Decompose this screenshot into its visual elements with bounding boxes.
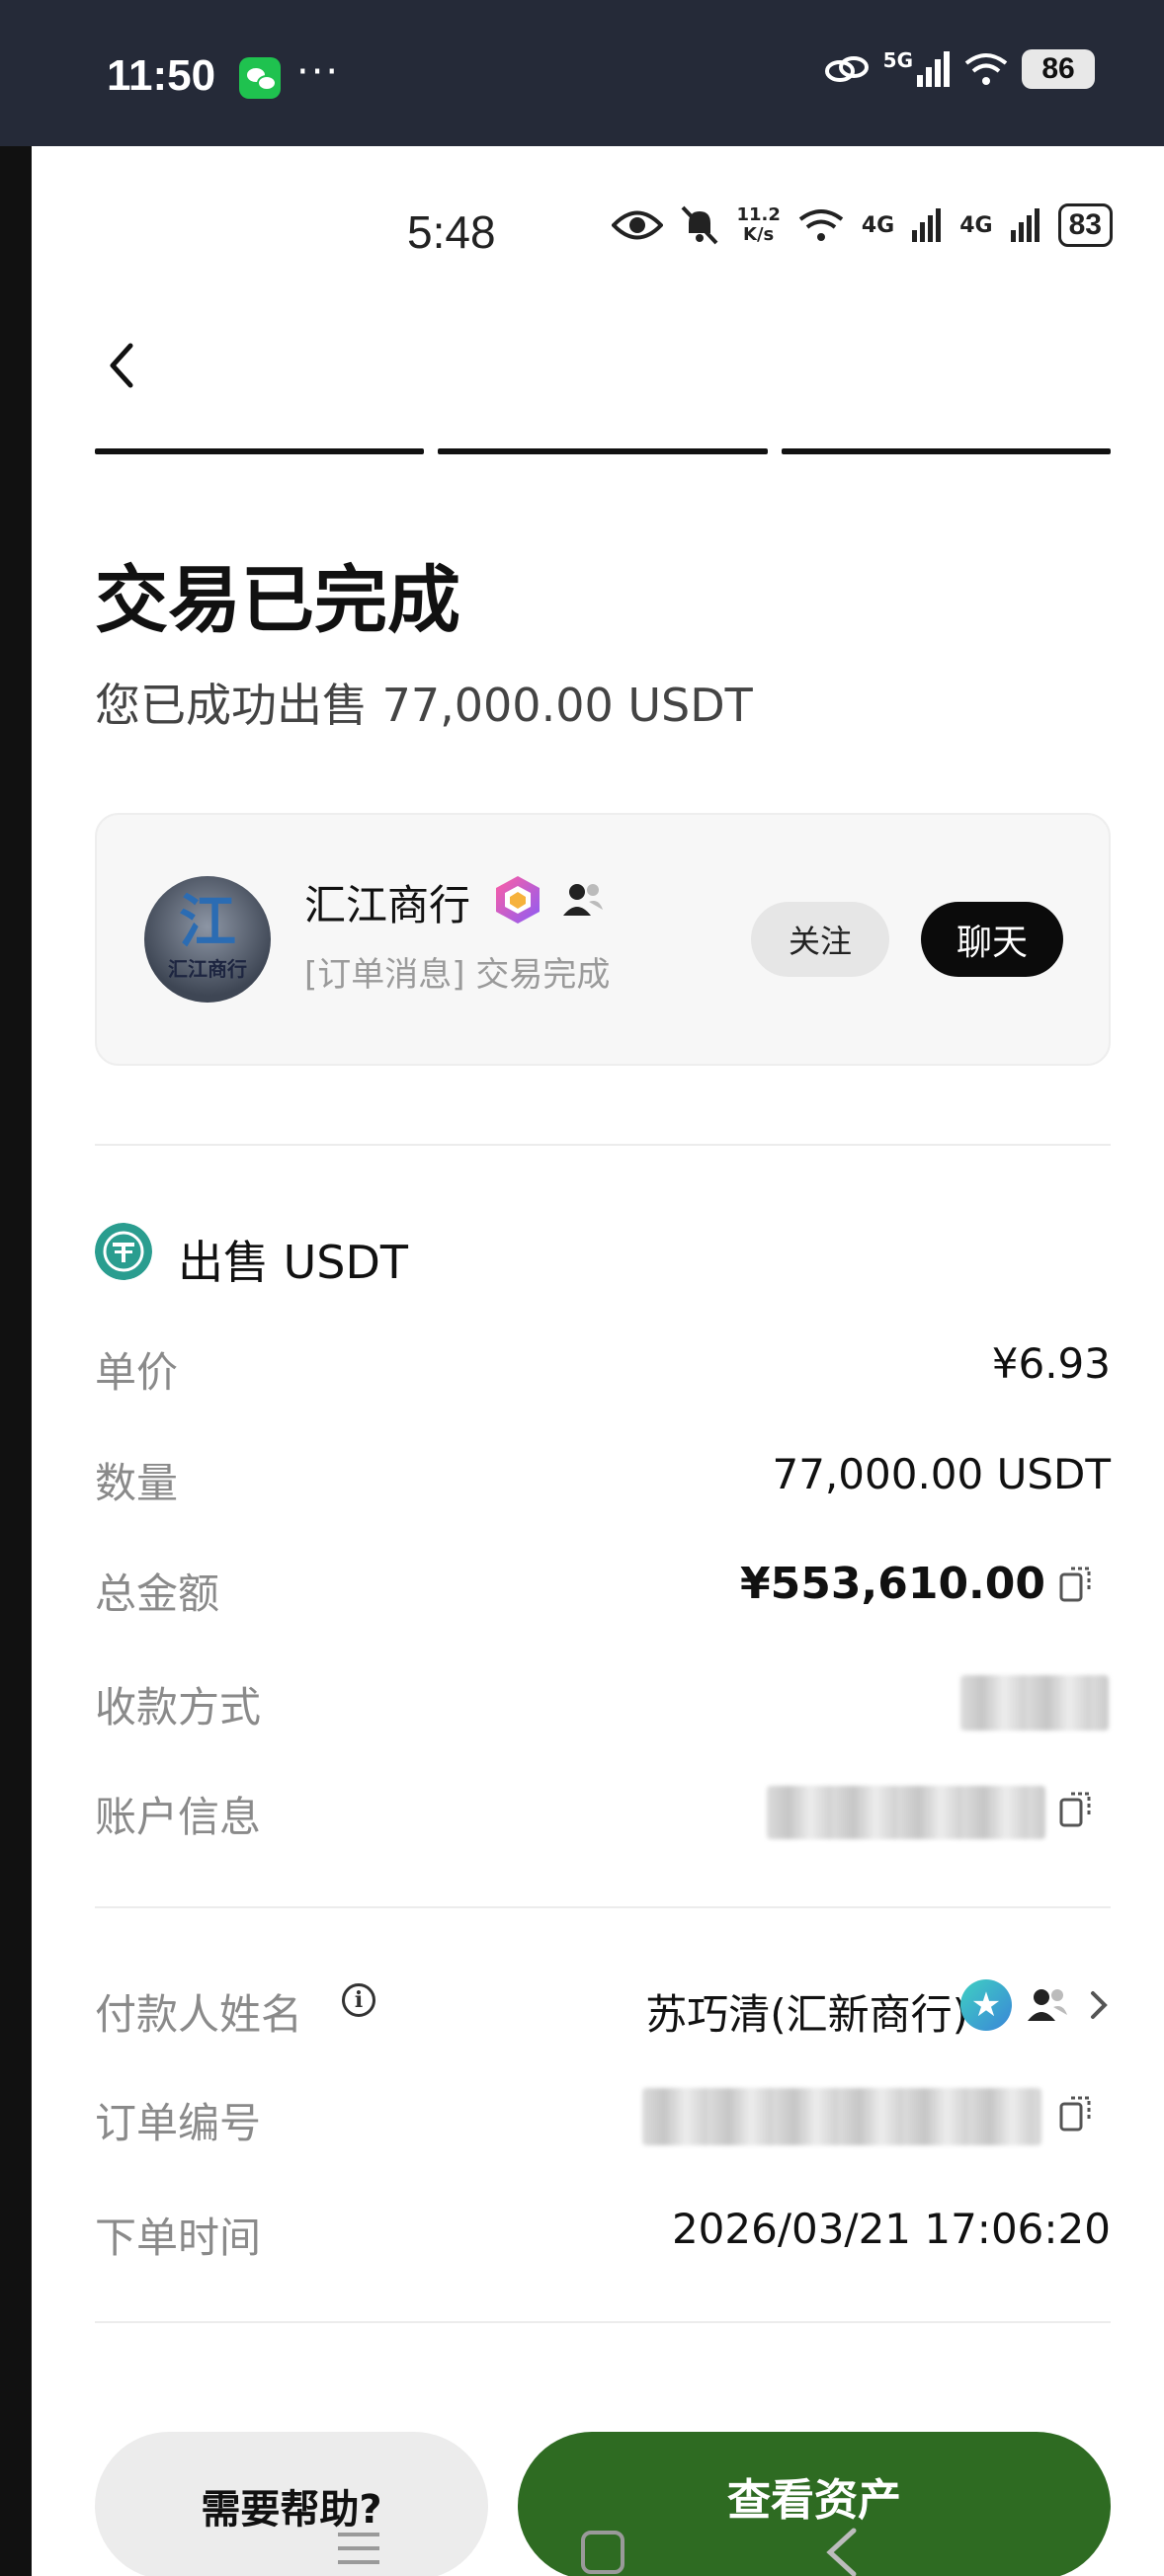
eye-icon: [612, 210, 664, 240]
payer-name-label: 付款人姓名: [95, 1990, 303, 2039]
order-number-redacted: [642, 2088, 1041, 2145]
usdt-coin-icon: [95, 1223, 152, 1280]
progress-step: [95, 448, 425, 454]
merchant-card: 江 汇江商行 汇江商行 [订单消息] 交易完成 关注 聊天: [95, 813, 1111, 1066]
wechat-icon: [239, 57, 281, 99]
wifi-icon: [964, 53, 1008, 85]
copy-order-number-icon[interactable]: [1059, 2094, 1093, 2133]
signal-icon: [1010, 208, 1039, 242]
chat-button[interactable]: 聊天: [921, 902, 1063, 977]
account-info-label: 账户信息: [95, 1793, 262, 1841]
progress-step: [781, 448, 1111, 454]
copy-total-icon[interactable]: [1059, 1565, 1093, 1604]
inner-battery-indicator: 83: [1057, 203, 1113, 247]
signal-icon: [912, 208, 942, 242]
help-button[interactable]: 需要帮助?: [95, 2432, 488, 2576]
page-subtitle: 您已成功出售 77,000.00 USDT: [95, 679, 753, 732]
section-divider: [95, 2321, 1111, 2323]
merchant-name[interactable]: 汇江商行: [304, 872, 470, 932]
net-speed-value: 11.2: [736, 204, 781, 225]
inner-status-bar: 5:48 11.2 K/s 4G 4G 83: [32, 146, 1164, 314]
signal-label-1: 4G: [861, 212, 895, 238]
net-speed-unit: K/s: [743, 224, 775, 245]
payment-method-redacted: [960, 1675, 1109, 1731]
order-type-heading: 出售 USDT: [178, 1236, 409, 1289]
progress-step: [438, 448, 768, 454]
outer-battery-indicator: 86: [1022, 49, 1095, 89]
order-number-label: 订单编号: [95, 2099, 262, 2147]
outer-status-icons: 5G 86: [824, 48, 1095, 89]
net-speed: 11.2 K/s: [736, 205, 780, 245]
signal-icon: [917, 51, 950, 87]
info-icon[interactable]: i: [342, 1983, 375, 2017]
person-verified-icon: [563, 884, 603, 916]
chevron-left-icon: [110, 343, 133, 388]
page-title: 交易已完成: [95, 558, 460, 643]
quantity-value: 77,000.00 USDT: [772, 1450, 1111, 1498]
chevron-right-icon[interactable]: [1085, 1985, 1115, 2025]
star-badge-icon: ★: [960, 1979, 1012, 2031]
payer-name-value[interactable]: 苏巧清(汇新商行): [645, 1981, 968, 2042]
order-time-value: 2026/03/21 17:06:20: [671, 2205, 1111, 2253]
back-button[interactable]: [89, 326, 158, 405]
app-screen: 5:48 11.2 K/s 4G 4G 83 交易已完成 您已成功出售 77,0…: [32, 146, 1164, 2576]
more-notifications-icon: ···: [296, 49, 341, 95]
avatar-logo-text: 汇江商行: [168, 957, 247, 981]
order-time-label: 下单时间: [95, 2214, 262, 2262]
inner-clock: 5:48: [407, 206, 496, 258]
menu-icon[interactable]: [336, 2529, 381, 2568]
wifi-icon: [798, 209, 844, 241]
total-amount-label: 总金额: [95, 1570, 220, 1618]
total-amount-value: ¥553,610.00: [740, 1559, 1045, 1609]
inner-status-icons: 11.2 K/s 4G 4G 83: [612, 203, 1113, 247]
quantity-label: 数量: [95, 1459, 179, 1507]
progress-steps: [95, 448, 1111, 454]
section-divider: [95, 1144, 1111, 1146]
merchant-last-message: [订单消息] 交易完成: [304, 955, 611, 995]
follow-button[interactable]: 关注: [751, 902, 889, 977]
signal-label-2: 4G: [959, 212, 993, 238]
account-info-redacted: [767, 1786, 1045, 1839]
outer-network-label: 5G: [882, 48, 913, 72]
payment-method-label: 收款方式: [95, 1683, 262, 1731]
unit-price-value: ¥6.93: [991, 1339, 1111, 1388]
outer-status-bar: 11:50 ··· 5G 86: [0, 0, 1164, 146]
unit-price-label: 单价: [95, 1348, 179, 1397]
home-icon[interactable]: [581, 2531, 624, 2574]
screen-bezel: [0, 146, 32, 2576]
section-divider: [95, 1906, 1111, 1908]
outer-clock: 11:50: [107, 51, 216, 100]
avatar-logo-mark: 江: [178, 888, 236, 955]
bell-off-icon: [681, 205, 718, 245]
avatar[interactable]: 江 汇江商行: [144, 876, 271, 1003]
person-verified-icon: [1028, 1989, 1067, 2021]
verified-merchant-badge-icon: [496, 876, 540, 924]
link-icon: [824, 56, 869, 82]
nav-back-icon[interactable]: [822, 2525, 862, 2576]
copy-account-icon[interactable]: [1059, 1790, 1093, 1829]
